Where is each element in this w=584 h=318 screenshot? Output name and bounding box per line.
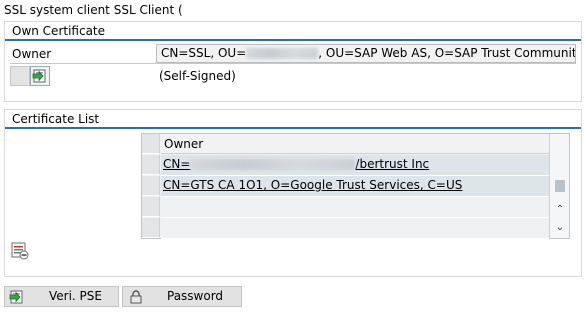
scrollbar-thumb[interactable] [555,180,565,192]
owner-value-prefix: CN=SSL, OU= [161,46,247,60]
redacted-text [190,159,356,170]
owner-value-suffix: , OU=SAP Web AS, O=SAP Trust Community, [318,46,576,60]
import-certificate-button[interactable] [30,66,50,86]
window-title: SSL system client SSL Client ( [4,3,183,17]
owner-field[interactable]: CN=SSL, OU= , OU=SAP Web AS, O=SAP Trust … [156,44,576,63]
table-row[interactable] [161,218,549,239]
scroll-up-arrow-icon[interactable]: ⌃ [553,204,567,216]
row-selector[interactable] [142,197,160,217]
row-selector[interactable] [142,155,160,175]
certificate-list-title: Certificate List [12,112,100,126]
owner-label: Owner [12,47,52,61]
certificate-table: Owner CN= /bertrust Inc CN=GTS CA 1O1, O=… [141,133,570,239]
row-selector-header[interactable] [142,134,160,154]
owner-link[interactable]: CN=GTS CA 1O1, O=Google Trust Services, … [163,178,462,192]
owner-link[interactable]: CN= /bertrust Inc [163,157,429,171]
owner-link-suffix: /bertrust Inc [355,157,430,171]
table-row[interactable]: CN=GTS CA 1O1, O=Google Trust Services, … [161,176,549,197]
redacted-text [246,48,319,59]
divider [10,63,576,64]
list-detail-icon [11,242,29,260]
row-selector[interactable] [142,176,160,196]
certificate-list-header: Certificate List [5,110,581,129]
list-detail-button[interactable] [10,241,30,261]
veri-pse-label: Veri. PSE [49,289,102,303]
vertical-scrollbar[interactable]: ⌃ ⌄ [549,134,569,238]
password-label: Password [167,289,224,303]
verify-pse-icon [9,290,23,304]
owner-link-prefix: CN= [163,157,191,171]
own-certificate-header: Own Certificate [5,22,581,41]
lock-icon [130,290,142,304]
row-selector[interactable] [142,218,160,238]
self-signed-label: (Self-Signed) [159,69,236,83]
blank-toolbar-button[interactable] [10,66,30,86]
column-header-owner[interactable]: Owner [161,134,549,154]
table-row[interactable] [161,197,549,218]
veri-pse-button[interactable]: Veri. PSE [4,286,119,307]
import-icon [32,69,46,83]
own-certificate-title: Own Certificate [12,24,106,38]
password-button[interactable]: Password [122,286,242,307]
table-row[interactable]: CN= /bertrust Inc [161,155,549,176]
owner-link-text: CN=GTS CA 1O1, O=Google Trust Services, … [163,178,463,192]
scroll-down-arrow-icon[interactable]: ⌄ [553,222,567,234]
